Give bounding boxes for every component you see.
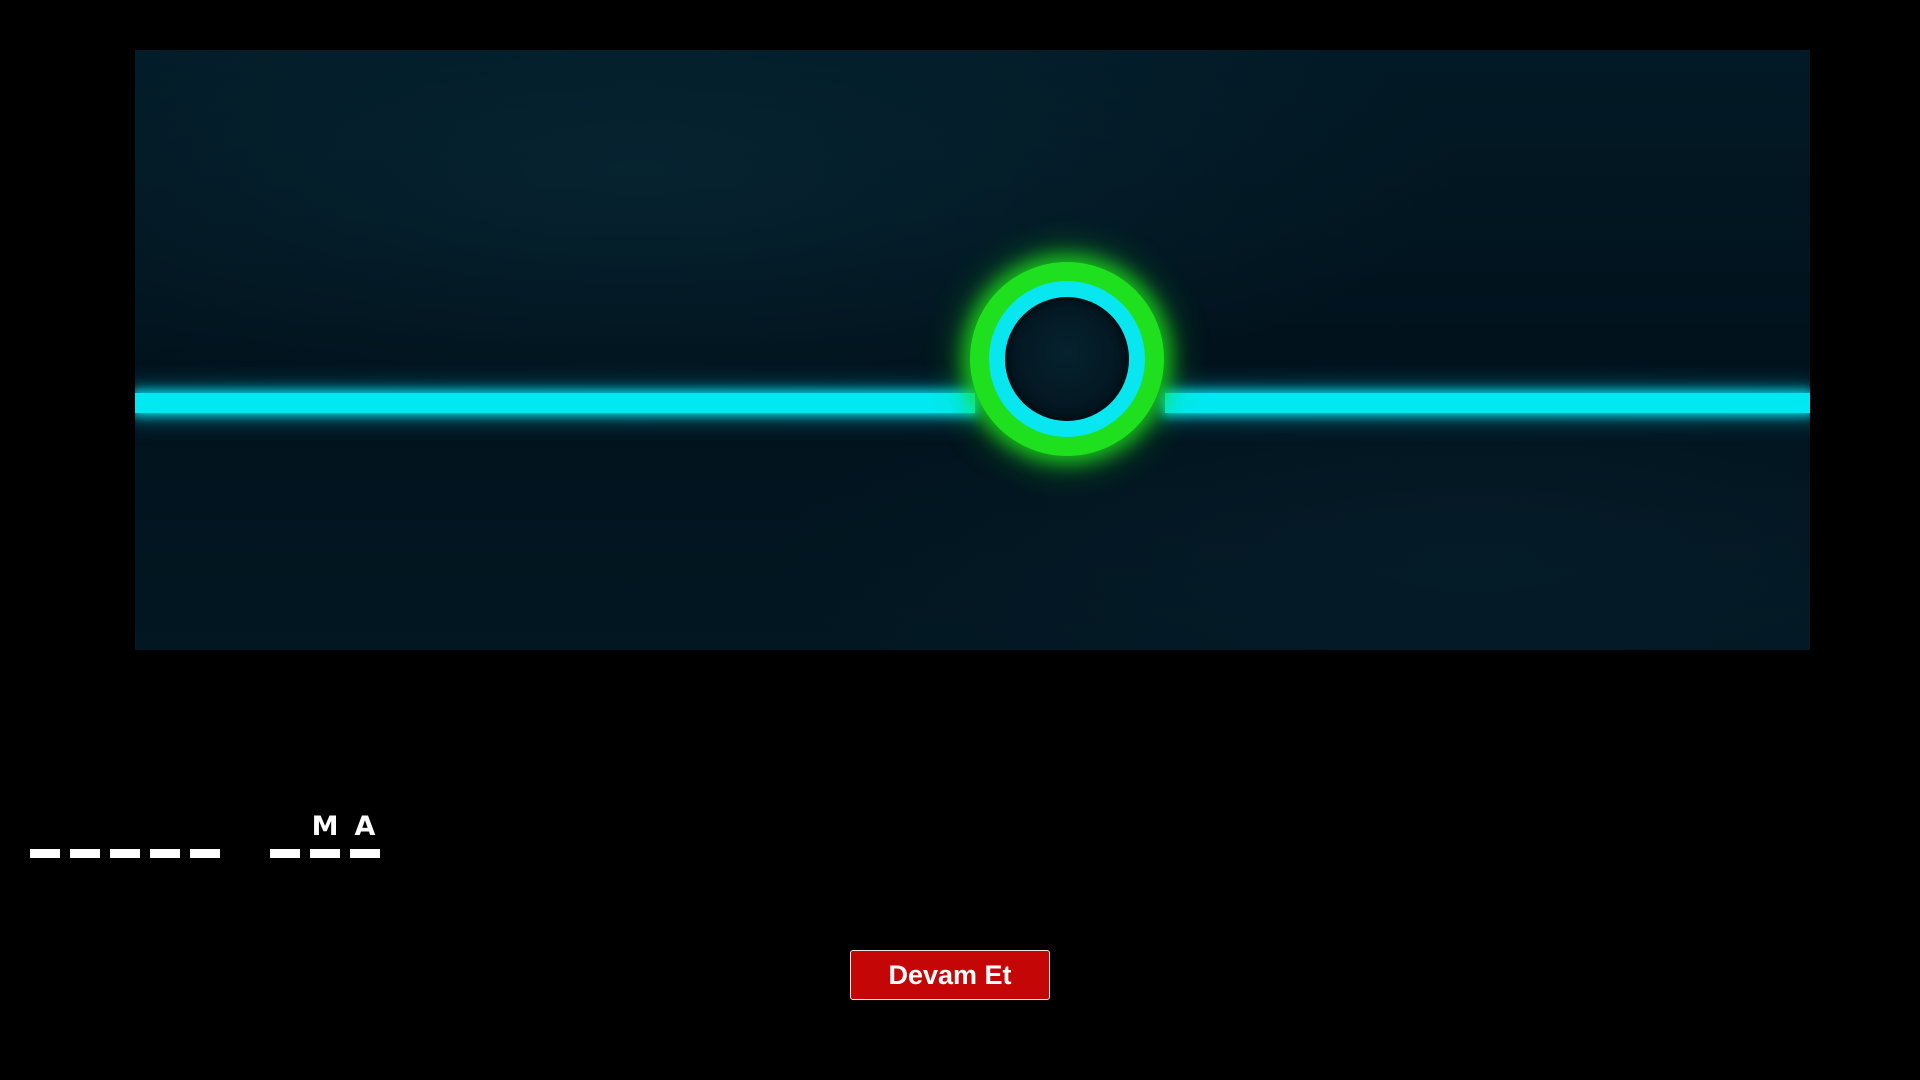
- letter-slot: A: [350, 808, 380, 858]
- letter-slot: [150, 808, 180, 858]
- laser-beam-right: [1165, 393, 1810, 413]
- word-puzzle: M A: [30, 808, 530, 858]
- slot-letter: M: [311, 811, 339, 842]
- game-panel: [135, 50, 1810, 650]
- continue-button[interactable]: Devam Et: [850, 950, 1050, 1000]
- target-ring-center: [1005, 297, 1129, 421]
- slot-underline: [310, 849, 340, 858]
- letter-slot: M: [310, 808, 340, 858]
- slot-underline: [350, 849, 380, 858]
- slot-underline: [110, 849, 140, 858]
- laser-beam-left: [135, 393, 975, 413]
- slot-underline: [150, 849, 180, 858]
- letter-slot: [110, 808, 140, 858]
- slot-underline: [70, 849, 100, 858]
- game-screen: M A Devam Et: [0, 0, 1920, 1080]
- slot-underline: [30, 849, 60, 858]
- slot-underline: [270, 849, 300, 858]
- letter-slot: [190, 808, 220, 858]
- slot-letter: A: [354, 811, 376, 842]
- letter-slot: [70, 808, 100, 858]
- letter-slot: [30, 808, 60, 858]
- letter-slot: [270, 808, 300, 858]
- slot-underline: [190, 849, 220, 858]
